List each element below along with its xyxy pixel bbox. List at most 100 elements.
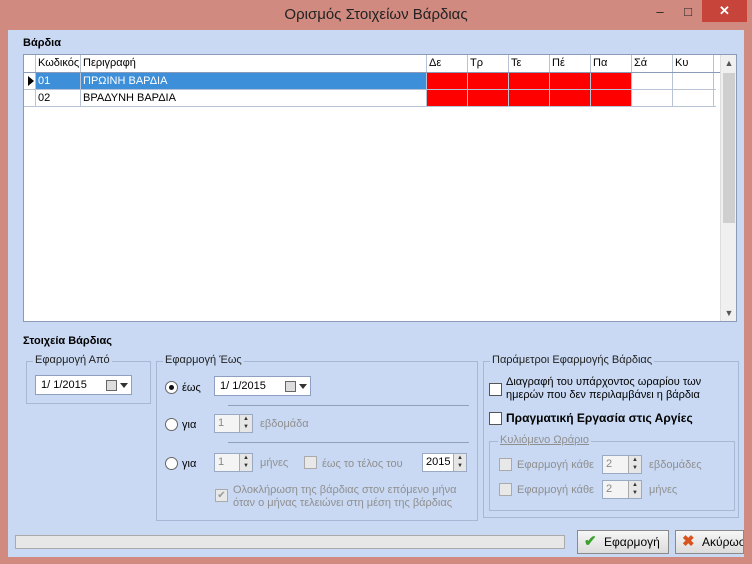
for-weeks-radio[interactable] [165,418,178,431]
from-label: Εφαρμογή Από [33,354,112,366]
day-cell[interactable] [550,90,591,106]
row-description[interactable]: ΒΡΑΔΥΝΗ ΒΑΡΔΙΑ [81,90,427,106]
months-stepper[interactable]: 1 ▲ ▼ [214,453,253,472]
day-cell[interactable] [468,73,509,89]
rolling-weeks-checkbox[interactable] [499,458,512,471]
real-work-holidays-checkbox[interactable] [489,412,502,425]
col-tue[interactable]: Τρ [468,55,509,72]
rolling-weeks-spin-buttons[interactable]: ▲ ▼ [628,456,641,473]
cancel-label: Ακύρωση [702,535,743,549]
months-spin-buttons[interactable]: ▲ ▼ [239,454,252,471]
col-sat[interactable]: Σά [632,55,673,72]
spin-up-icon[interactable]: ▲ [454,454,466,462]
day-cell[interactable] [632,90,673,106]
rolling-label: Κυλιόμενο Ωράριο [498,434,591,446]
close-icon[interactable]: ✕ [702,0,747,22]
day-cell[interactable] [509,90,550,106]
weeks-unit-label: εβδομάδα [260,418,309,430]
months-value: 1 [218,456,225,468]
spin-up-icon[interactable]: ▲ [240,415,252,423]
day-cell[interactable] [468,90,509,106]
day-cell[interactable] [591,90,632,106]
spin-down-icon[interactable]: ▼ [629,489,641,497]
weeks-value: 1 [218,417,225,429]
col-sun[interactable]: Κυ [673,55,714,72]
minimize-icon[interactable]: – [646,0,674,22]
from-group: Εφαρμογή Από 1/ 1/2015 [26,354,151,404]
until-date-picker[interactable]: 1/ 1/2015 [214,376,311,396]
spin-down-icon[interactable]: ▼ [240,462,252,470]
weeks-spin-buttons[interactable]: ▲ ▼ [239,415,252,432]
rolling-months-checkbox[interactable] [499,483,512,496]
day-cell[interactable] [673,90,714,106]
until-radio[interactable] [165,381,178,394]
scroll-up-icon[interactable]: ▲ [721,55,736,71]
dialog-client: Βάρδια Κωδικός Περιγραφή Δε Τρ Τε Πέ Πα … [8,30,744,557]
day-cell[interactable] [591,73,632,89]
weeks-stepper[interactable]: 1 ▲ ▼ [214,414,253,433]
spin-down-icon[interactable]: ▼ [629,464,641,472]
window-title: Ορισμός Στοιχείων Βάρδιας [284,6,468,23]
to-label: Εφαρμογή Έως [163,354,244,366]
rolling-months-spin-buttons[interactable]: ▲ ▼ [628,481,641,498]
grid-scrollbar[interactable]: ▲ ▼ [720,55,736,321]
params-label: Παράμετροι Εφαρμογής Βάρδιας [490,354,655,366]
year-stepper[interactable]: 2015 ▲ ▼ [422,453,467,472]
cancel-icon: ✖ [682,533,695,550]
for-months-label: για [182,458,197,470]
for-months-radio[interactable] [165,457,178,470]
scroll-down-icon[interactable]: ▼ [721,305,736,321]
from-date-picker[interactable]: 1/ 1/2015 [35,375,132,395]
table-row[interactable]: 02 ΒΡΑΔΥΝΗ ΒΑΡΔΙΑ [24,90,716,107]
col-code[interactable]: Κωδικός [36,55,81,72]
col-fri[interactable]: Πα [591,55,632,72]
spin-down-icon[interactable]: ▼ [454,462,466,470]
delete-schedule-checkbox[interactable] [489,383,502,396]
day-cell[interactable] [673,73,714,89]
day-cell[interactable] [509,73,550,89]
spin-up-icon[interactable]: ▲ [629,456,641,464]
year-spin-buttons[interactable]: ▲ ▼ [453,454,466,471]
chevron-down-icon[interactable] [120,383,128,388]
row-pointer-icon [28,76,34,86]
until-date-value: 1/ 1/2015 [220,380,266,392]
row-code[interactable]: 02 [36,90,81,106]
rolling-months-value: 2 [606,483,613,495]
calendar-icon[interactable] [106,380,117,391]
day-cell[interactable] [632,73,673,89]
rolling-weeks-stepper[interactable]: 2 ▲ ▼ [602,455,642,474]
shifts-grid[interactable]: Κωδικός Περιγραφή Δε Τρ Τε Πέ Πα Σά Κυ 0… [23,54,737,322]
spin-up-icon[interactable]: ▲ [629,481,641,489]
maximize-icon[interactable]: □ [674,0,702,22]
spin-down-icon[interactable]: ▼ [240,423,252,431]
scroll-thumb[interactable] [723,73,735,223]
months-unit-label: μήνες [260,457,289,469]
chevron-down-icon[interactable] [299,384,307,389]
shifts-header: Βάρδια [23,37,62,49]
rolling-group: Κυλιόμενο Ωράριο Εφαρμογή κάθε 2 ▲ ▼ εβδο… [489,434,735,511]
day-cell[interactable] [550,73,591,89]
col-wed[interactable]: Τε [509,55,550,72]
col-thu[interactable]: Πέ [550,55,591,72]
row-code[interactable]: 01 [36,73,81,89]
col-mon[interactable]: Δε [427,55,468,72]
end-of-year-checkbox[interactable] [304,456,317,469]
row-description[interactable]: ΠΡΩΙΝΗ ΒΑΡΔΙΑ [81,73,427,89]
row-indicator [24,90,36,106]
completion-text-2: όταν ο μήνας τελειώνει στη μέση της βάρδ… [233,497,453,509]
title-bar: Ορισμός Στοιχείων Βάρδιας – □ ✕ [0,0,752,30]
day-cell[interactable] [427,90,468,106]
col-description[interactable]: Περιγραφή [81,55,427,72]
apply-button[interactable]: ✔ Εφαρμογή [577,530,669,554]
rolling-months-label: Εφαρμογή κάθε [517,484,594,496]
rolling-weeks-value: 2 [606,458,613,470]
completion-checkbox[interactable]: ✔ [215,489,228,502]
table-row[interactable]: 01 ΠΡΩΙΝΗ ΒΑΡΔΙΑ [24,73,716,90]
for-weeks-label: για [182,419,197,431]
day-cell[interactable] [427,73,468,89]
spin-up-icon[interactable]: ▲ [240,454,252,462]
cancel-button[interactable]: ✖ Ακύρωση [675,530,744,554]
calendar-icon[interactable] [285,381,296,392]
separator [228,405,469,406]
rolling-months-stepper[interactable]: 2 ▲ ▼ [602,480,642,499]
